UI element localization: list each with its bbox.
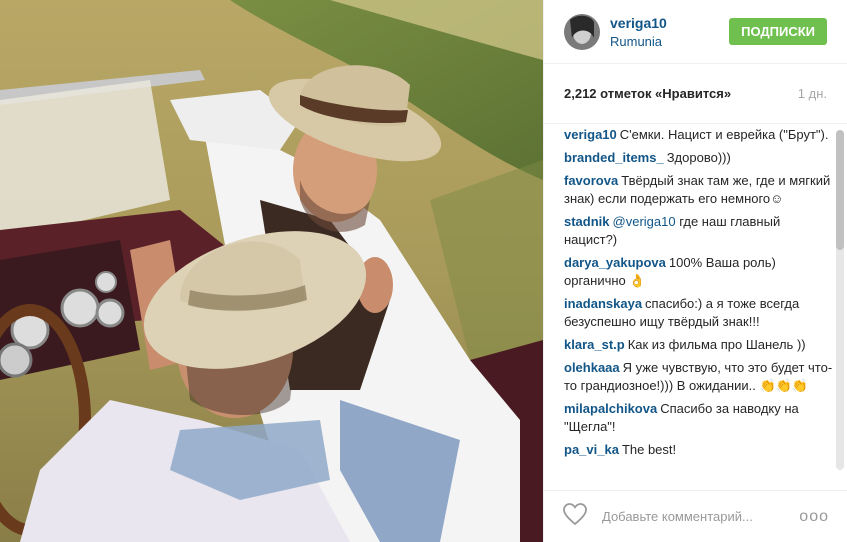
comment-username[interactable]: inadanskaya [564,296,642,311]
comment-username[interactable]: pa_vi_ka [564,442,619,457]
comments-scrollbar[interactable] [836,130,844,470]
comment-username[interactable]: stadnik [564,214,610,229]
heart-icon[interactable] [562,502,588,531]
comment-text: The best! [621,442,677,457]
post-username[interactable]: veriga10 [610,15,729,31]
post-footer: ooo [544,490,847,542]
comment-username[interactable]: darya_yakupova [564,255,666,270]
comment: stadnik @veriga10 где наш главный нацист?… [564,213,833,252]
comment-username[interactable]: olehkaaa [564,360,620,375]
post-photo[interactable] [0,0,543,542]
avatar[interactable] [564,13,600,50]
likes-count[interactable]: 2,212 отметок «Нравится» [564,86,731,101]
comment: inadanskaya спасибо:) а я тоже всегда без… [564,295,833,334]
instagram-post: veriga10 Rumunia ПОДПИСКИ 2,212 отметок … [0,0,847,542]
comment: olehkaaa Я уже чувствую, что это будет чт… [564,359,833,398]
comment-mention[interactable]: @veriga10 [613,214,676,229]
comment: darya_yakupova 100% Ваша роль) органично … [564,254,833,293]
comment: klara_st.p Как из фильма про Шанель )) [564,336,833,357]
comment: branded_items_ Здорово))) [564,149,833,170]
post-timestamp[interactable]: 1 дн. [798,86,827,101]
comment: veriga10 С'емки. Нацист и еврейка ("Брут"… [564,126,833,147]
post-sidebar: veriga10 Rumunia ПОДПИСКИ 2,212 отметок … [543,0,847,542]
comment-username[interactable]: favorova [564,173,618,188]
comment-username[interactable]: branded_items_ [564,150,664,165]
comment-text: Как из фильма про Шанель )) [627,337,806,352]
scrollbar-thumb[interactable] [836,130,844,250]
comment: favorova Твёрдый знак там же, где и мягки… [564,172,833,211]
comment-username[interactable]: klara_st.p [564,337,625,352]
post-location[interactable]: Rumunia [610,34,729,49]
comment: pa_vi_ka The best! [564,441,833,462]
comment-text: Здорово))) [666,150,731,165]
post-photo-illustration [0,0,543,542]
user-block: veriga10 Rumunia [610,15,729,49]
comment-text: С'емки. Нацист и еврейка ("Брут"). [619,127,829,142]
likes-row: 2,212 отметок «Нравится» 1 дн. [544,64,847,124]
more-options-icon[interactable]: ooo [799,508,829,526]
avatar-image [564,13,600,50]
comment: milapalchikova Спасибо за наводку на "Щег… [564,400,833,439]
post-header: veriga10 Rumunia ПОДПИСКИ [544,0,847,64]
follow-button[interactable]: ПОДПИСКИ [729,18,827,45]
comments-list[interactable]: veriga10 С'емки. Нацист и еврейка ("Брут"… [544,124,847,490]
comment-input[interactable] [600,508,800,525]
comment-username[interactable]: milapalchikova [564,401,657,416]
comment-username[interactable]: veriga10 [564,127,617,142]
